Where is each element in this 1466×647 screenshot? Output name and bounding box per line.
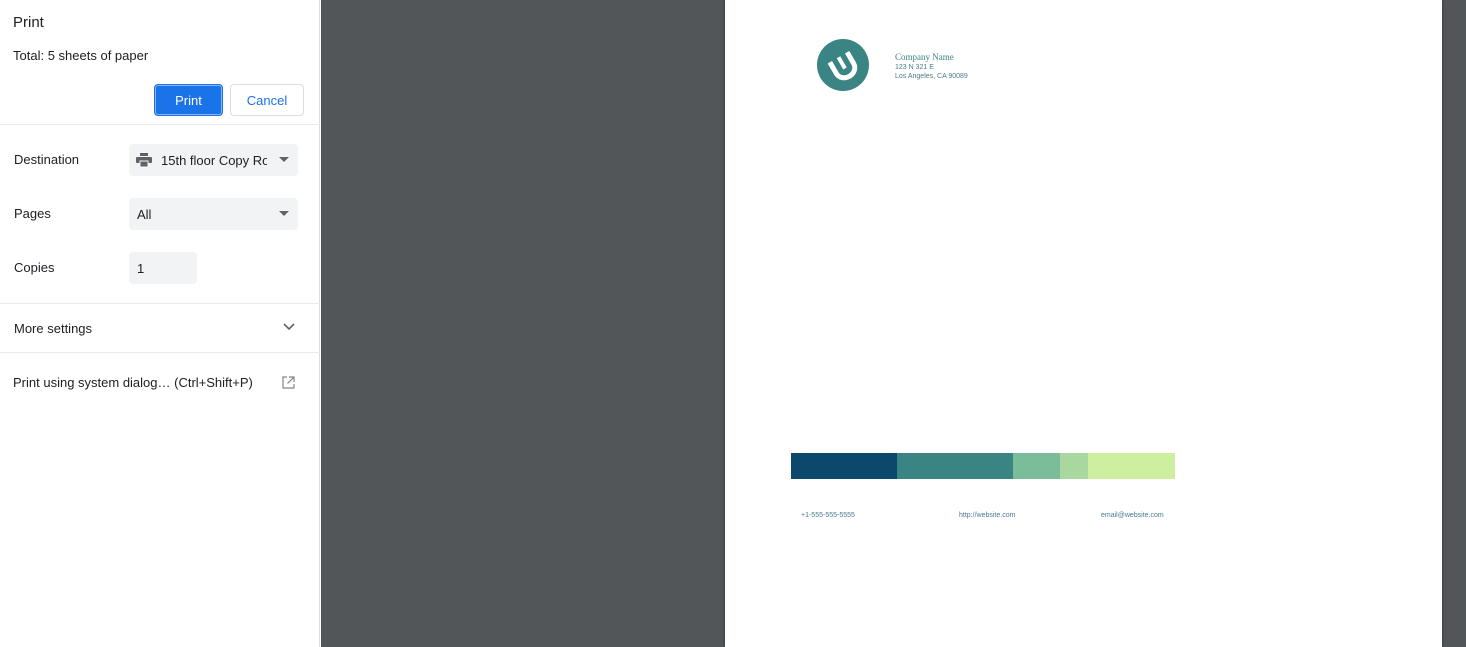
color-band-4 — [1060, 453, 1088, 479]
copies-input[interactable] — [129, 252, 197, 284]
pages-value: All — [137, 206, 152, 222]
printer-icon — [136, 153, 152, 168]
pages-label: Pages — [14, 206, 51, 221]
color-band-5 — [1088, 453, 1175, 479]
destination-select[interactable]: 15th floor Copy Room — [129, 144, 298, 176]
copies-label: Copies — [14, 260, 55, 275]
color-band-2 — [897, 453, 1013, 479]
open-in-new-icon[interactable] — [282, 376, 295, 394]
preview-page: Company Name 123 N 321 E Los Angeles, CA… — [725, 0, 1442, 647]
print-button[interactable]: Print — [154, 84, 223, 116]
color-band-1 — [791, 453, 897, 479]
more-settings-toggle[interactable]: More settings — [0, 304, 320, 352]
footer-email: email@website.com — [1101, 512, 1164, 519]
chevron-down-icon[interactable] — [283, 318, 295, 336]
chevron-down-icon — [279, 211, 289, 216]
pages-select[interactable]: All — [129, 198, 298, 230]
footer-website: http://website.com — [959, 512, 1016, 519]
footer-phone: +1-555-555-5555 — [801, 512, 855, 519]
print-settings-sidebar: Print Total: 5 sheets of paper Print Can… — [0, 0, 320, 647]
color-band-3 — [1013, 453, 1060, 479]
sheet-total: Total: 5 sheets of paper — [13, 48, 148, 63]
company-name: Company Name — [895, 52, 954, 62]
chevron-down-icon — [279, 157, 289, 162]
destination-label: Destination — [14, 152, 80, 167]
sheet-total-value: 5 sheets of paper — [47, 48, 149, 63]
sheet-total-prefix: Total: — [13, 48, 45, 63]
system-dialog-link[interactable]: Print using system dialog… (Ctrl+Shift+P… — [13, 375, 253, 390]
cancel-button[interactable]: Cancel — [230, 84, 304, 116]
company-logo — [817, 39, 869, 91]
address-line-2: Los Angeles, CA 90089 — [895, 73, 968, 80]
destination-value: 15th floor Copy Room — [161, 152, 267, 168]
divider — [0, 124, 320, 125]
divider — [0, 352, 320, 353]
more-settings-label: More settings — [14, 321, 93, 336]
address-line-1: 123 N 321 E — [895, 64, 934, 71]
dialog-title: Print — [13, 14, 44, 31]
